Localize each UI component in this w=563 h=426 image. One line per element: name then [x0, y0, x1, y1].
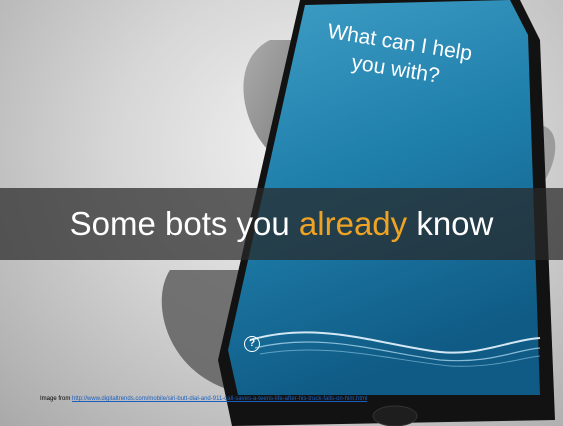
credit-link[interactable]: http://www.digitaltrends.com/mobile/siri… — [72, 396, 367, 402]
slide: What can I help you with? ? Some bots yo… — [0, 0, 563, 426]
title-accent-word: already — [298, 205, 408, 242]
home-button — [372, 405, 418, 426]
question-mark-icon[interactable]: ? — [244, 336, 260, 352]
image-credit: Image from http://www.digitaltrends.com/… — [40, 396, 367, 402]
title-text-start: Some bots you — [69, 205, 299, 242]
slide-title: Some bots you already know — [0, 188, 563, 260]
title-text-end: know — [407, 205, 494, 242]
credit-prefix: Image from — [40, 396, 73, 402]
